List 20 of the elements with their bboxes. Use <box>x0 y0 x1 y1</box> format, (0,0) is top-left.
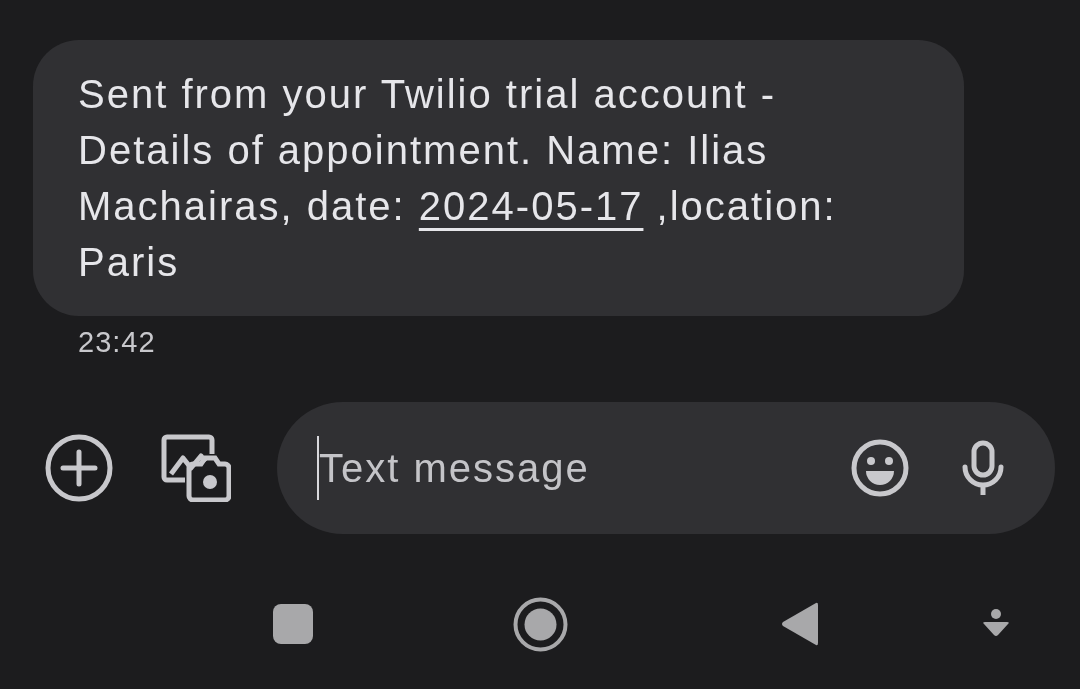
keyboard-hide-button[interactable] <box>981 609 1011 639</box>
message-compose-field[interactable]: Text message <box>277 402 1055 534</box>
emoji-button[interactable] <box>851 439 909 497</box>
message-time: 23:42 <box>78 325 156 360</box>
smiley-face-icon <box>851 439 909 497</box>
back-button[interactable] <box>780 601 820 647</box>
microphone-icon <box>961 440 1005 496</box>
gallery-button[interactable] <box>161 434 231 502</box>
home-circle-icon <box>513 596 568 652</box>
home-button[interactable] <box>513 596 568 652</box>
add-button[interactable] <box>45 434 113 502</box>
message-text: Sent from your Twilio trial account - Details of appointment. Name: Ilias Machairas, date: 2024-05-17 ,location: Paris <box>78 71 838 286</box>
gallery-camera-icon <box>161 434 231 502</box>
date-link[interactable]: 2024-05-17 <box>418 184 644 228</box>
recents-button[interactable] <box>273 604 313 644</box>
add-circle-icon <box>45 434 113 502</box>
collapse-arrow-icon <box>981 609 1011 639</box>
back-triangle-icon <box>780 601 820 647</box>
text-message-input[interactable]: Text message <box>319 442 851 494</box>
voice-button[interactable] <box>961 440 1005 496</box>
